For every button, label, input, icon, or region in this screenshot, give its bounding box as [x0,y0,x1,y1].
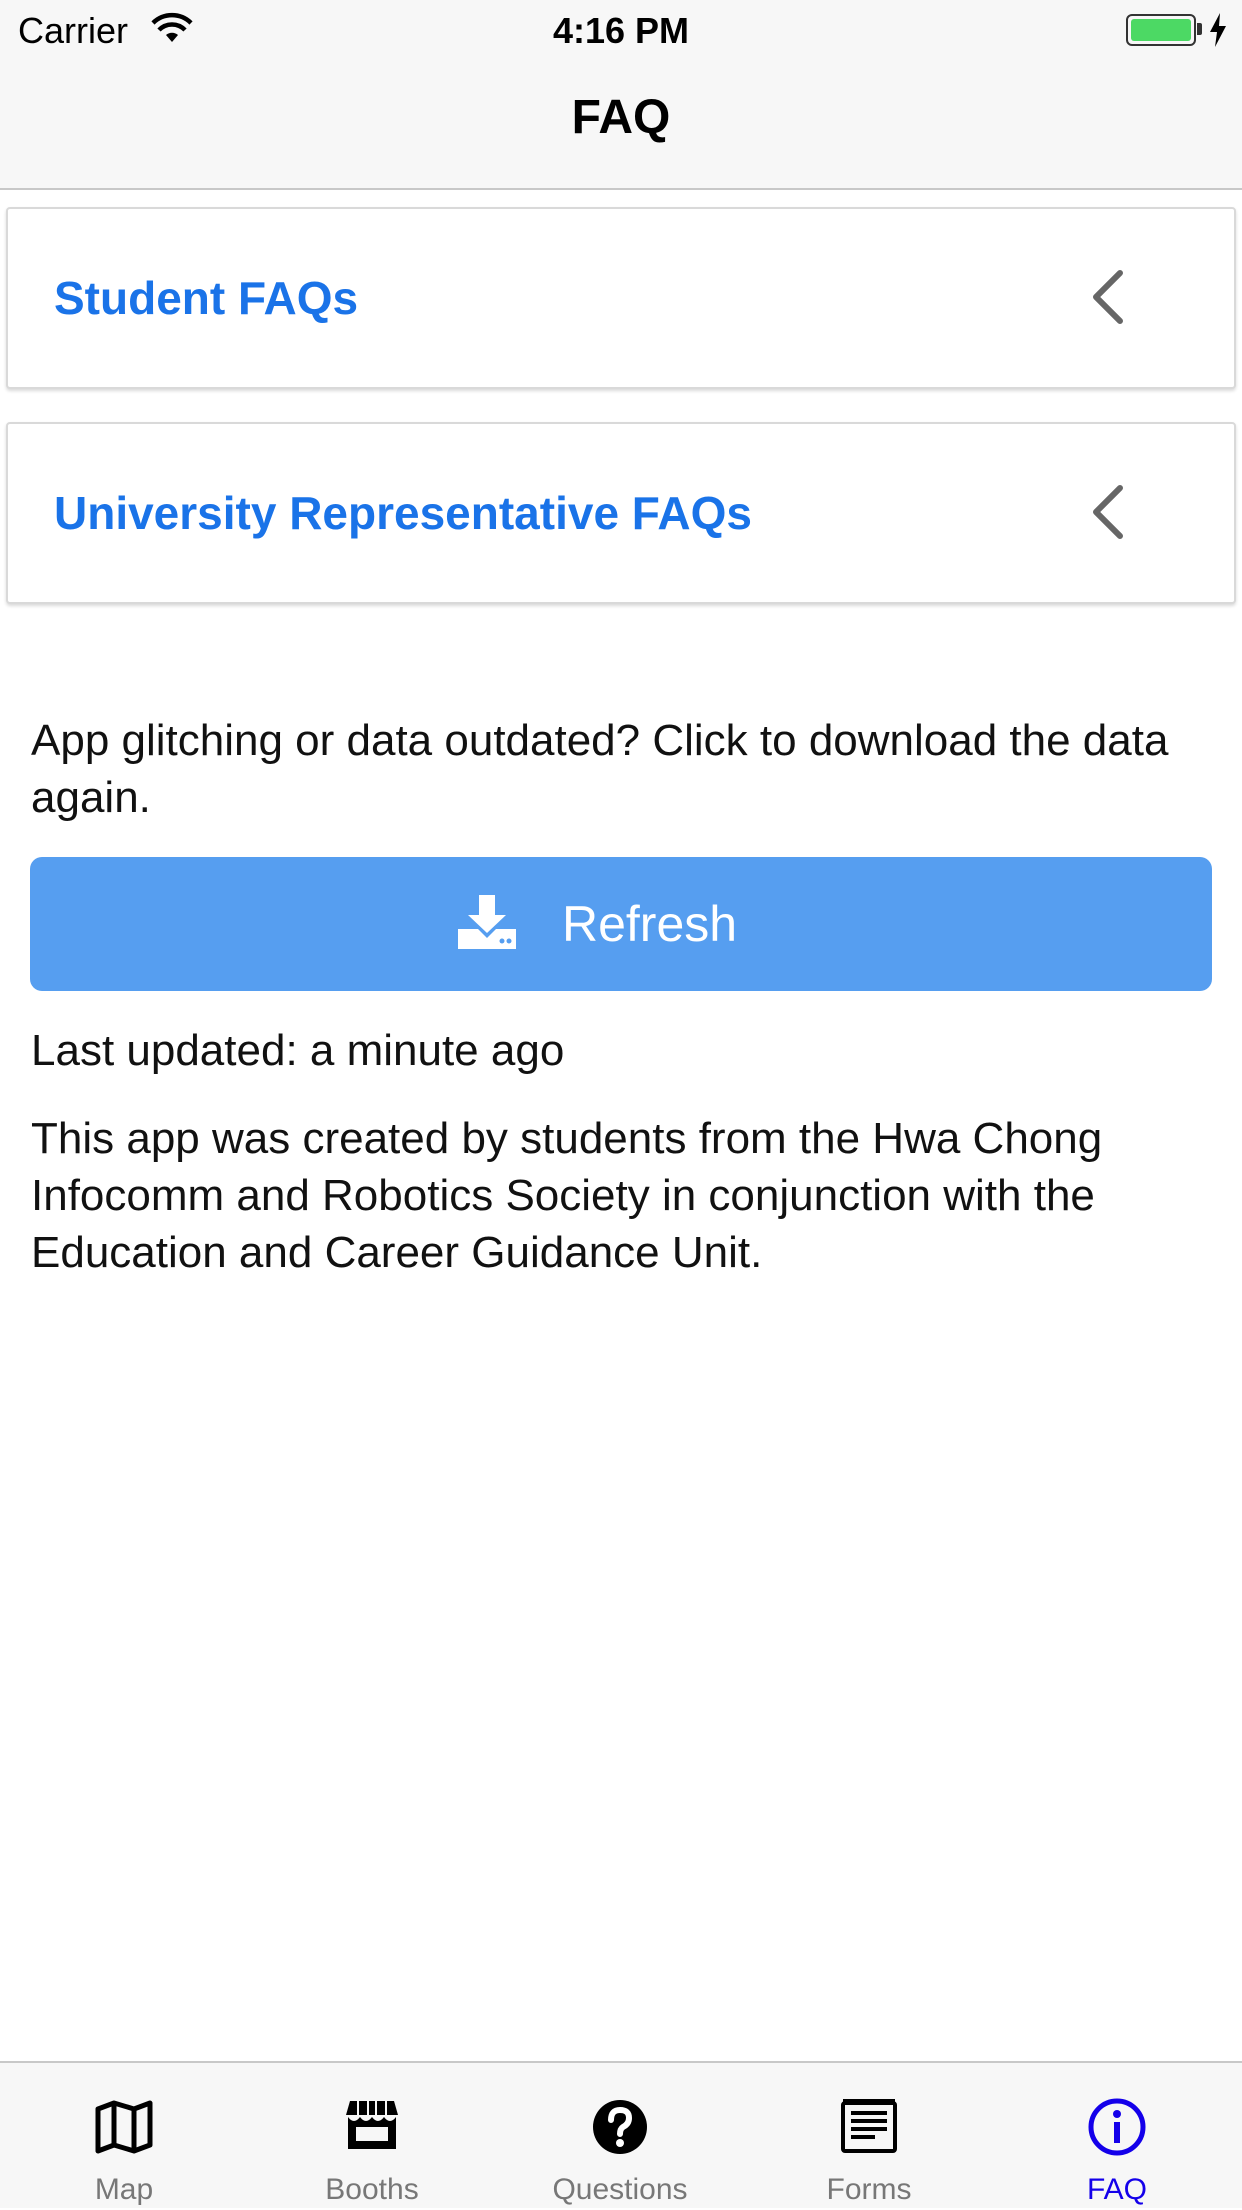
map-icon [95,2100,153,2154]
charging-bolt-icon [1210,13,1226,47]
refresh-button-label: Refresh [562,896,738,952]
forms-icon [841,2099,897,2153]
faq-section-label: University Representative FAQs [54,487,752,539]
status-bar: Carrier 4:16 PM [0,0,1242,60]
faq-section-university-representative[interactable]: University Representative FAQs [6,422,1236,604]
about-text: This app was created by students from th… [31,1114,1103,1277]
battery-tip [1197,23,1202,35]
page-title: FAQ [571,91,671,144]
tab-label: Questions [552,2173,688,2206]
refresh-prompt: App glitching or data outdated? Click to… [31,716,1169,822]
refresh-button[interactable]: Refresh [30,857,1212,991]
faq-section-student[interactable]: Student FAQs [6,207,1236,389]
chevron-left-icon [1093,485,1123,539]
chevron-left-icon [1093,270,1123,324]
tab-label: Map [94,2173,154,2206]
tab-questions[interactable]: Questions [496,2063,744,2210]
store-icon [346,2101,398,2149]
battery-icon [1126,14,1196,46]
download-icon [458,895,516,949]
tab-label: Forms [826,2173,912,2206]
tab-label: FAQ [1086,2173,1147,2206]
navigation-bar: FAQ [0,60,1242,190]
tab-faq[interactable]: FAQ [993,2063,1241,2210]
faq-section-label: Student FAQs [54,272,359,324]
tab-bar: Map Booths Questions Forms FAQ [0,2061,1242,2208]
tab-booths[interactable]: Booths [248,2063,496,2210]
tab-forms[interactable]: Forms [745,2063,993,2210]
status-time: 4:16 PM [552,10,690,51]
question-circle-icon [593,2100,647,2154]
last-updated-text: Last updated: a minute ago [31,1026,565,1075]
tab-map[interactable]: Map [0,2063,248,2210]
tab-label: Booths [325,2173,419,2206]
info-circle-icon [1088,2098,1146,2156]
